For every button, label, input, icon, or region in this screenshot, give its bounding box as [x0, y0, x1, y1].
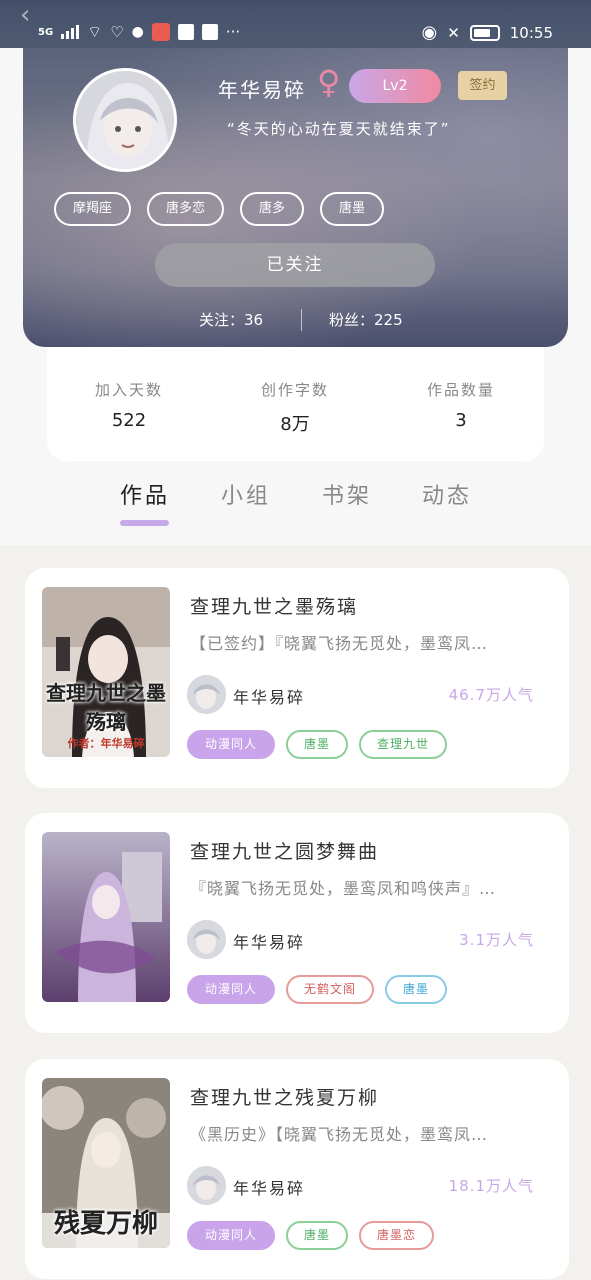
cover-title: 残夏万柳	[53, 1209, 158, 1239]
app-notification-icon	[151, 23, 170, 41]
profile-tag[interactable]: 摩羯座	[54, 192, 132, 226]
chat-icon: ●	[131, 24, 144, 40]
book-cover[interactable]: 残夏万柳	[42, 1078, 170, 1248]
follow-button[interactable]: 已关注	[155, 243, 435, 287]
stat-label: 加入天数	[94, 381, 163, 399]
tab-indicator	[120, 520, 169, 526]
work-card[interactable]: 残夏万柳 查理九世之残夏万柳 《黑历史》【晓翼飞扬无觅处，墨鸾凤… 年华易碎 1…	[25, 1059, 569, 1279]
work-tag[interactable]: 无鹤文阁	[286, 975, 375, 1004]
work-card[interactable]: 查理九世之圆梦舞曲 『晓翼飞扬无觅处，墨鸾凤和鸣侠声』… 年华易碎 3.1万人气…	[25, 813, 569, 1033]
popularity: 3.1万人气	[459, 931, 534, 949]
following-count[interactable]: 关注：36	[199, 309, 263, 330]
signal-icon	[61, 25, 80, 39]
battery-icon	[469, 24, 500, 41]
health-icon: ♡	[110, 23, 124, 41]
status-bar: ‹ 5G ⌔ ♡ ● ··· ◉ ✕ 10:55	[0, 0, 591, 48]
author-name: 年华易碎	[233, 688, 306, 707]
network-label: 5G	[38, 26, 54, 38]
author-name: 年华易碎	[233, 933, 306, 952]
status-right: ◉ ✕ 10:55	[421, 22, 553, 43]
stat-join-days: 加入天数 522	[59, 379, 199, 431]
stat-word-count: 创作字数 8万	[225, 379, 365, 436]
tab-works[interactable]: 作品	[120, 478, 170, 510]
level-badge: Lv2	[349, 69, 441, 103]
work-tags: 动漫同人 唐墨 唐墨恋	[187, 1221, 435, 1250]
popularity: 46.7万人气	[448, 686, 534, 704]
author-avatar[interactable]	[187, 920, 226, 959]
work-title[interactable]: 查理九世之圆梦舞曲	[190, 837, 379, 864]
stat-label: 作品数量	[426, 381, 495, 399]
profile-tag[interactable]: 唐多恋	[147, 192, 225, 226]
work-title[interactable]: 查理九世之残夏万柳	[190, 1083, 379, 1110]
work-tag[interactable]: 唐墨	[286, 1221, 349, 1250]
tab-activity[interactable]: 动态	[422, 478, 472, 510]
work-tags: 动漫同人 唐墨 查理九世	[187, 730, 448, 759]
cover-author: 作者：年华易碎	[67, 737, 145, 750]
eye-icon: ◉	[421, 22, 438, 43]
author-name: 年华易碎	[233, 1179, 306, 1198]
work-tag[interactable]: 动漫同人	[187, 1221, 276, 1250]
profile-card: 年华易碎 ♀ Lv2 签约 “冬天的心动在夏天就结束了” 摩羯座 唐多恋 唐多 …	[23, 44, 568, 347]
work-description: 『晓翼飞扬无觅处，墨鸾凤和鸣侠声』…	[190, 879, 497, 898]
stat-value: 522	[111, 410, 147, 431]
mute-bell-icon: ✕	[447, 23, 460, 42]
profile-tags: 摩羯座 唐多恋 唐多 唐墨	[54, 192, 385, 226]
work-description: 《黑历史》【晓翼飞扬无觅处，墨鸾凤…	[190, 1125, 489, 1144]
work-tag[interactable]: 动漫同人	[187, 975, 276, 1004]
wifi-icon: ⌔	[87, 22, 103, 41]
work-card[interactable]: 查理九世之墨殇璃 作者：年华易碎 查理九世之墨殇璃 【已签约】『晓翼飞扬无觅处，…	[25, 568, 569, 788]
work-description: 【已签约】『晓翼飞扬无觅处，墨鸾凤…	[190, 634, 489, 653]
stat-label: 创作字数	[260, 381, 329, 399]
more-icon: ···	[225, 23, 241, 41]
tab-bar: 作品 小组 书架 动态	[0, 478, 591, 528]
work-tag[interactable]: 唐墨	[286, 730, 349, 759]
motto: “冬天的心动在夏天就结束了”	[227, 120, 451, 138]
username: 年华易碎	[218, 78, 306, 102]
tab-groups[interactable]: 小组	[221, 478, 271, 510]
work-tags: 动漫同人 无鹤文阁 唐墨	[187, 975, 448, 1004]
stat-work-count: 作品数量 3	[391, 379, 531, 431]
upload-icon	[177, 24, 194, 40]
author-avatar[interactable]	[187, 675, 226, 714]
status-left: 5G ⌔ ♡ ● ···	[38, 22, 240, 42]
stat-value: 3	[455, 410, 467, 431]
author-avatar[interactable]	[187, 1166, 226, 1205]
follow-stats: 关注：36 粉丝：225	[23, 309, 568, 333]
book-cover[interactable]	[42, 832, 170, 1002]
profile-tag[interactable]: 唐墨	[320, 192, 385, 226]
cover-title: 查理九世之墨殇璃	[46, 681, 166, 734]
female-gender-icon: ♀	[317, 63, 341, 101]
baidu-icon	[201, 24, 218, 40]
book-cover[interactable]: 查理九世之墨殇璃 作者：年华易碎	[42, 587, 170, 757]
stats-panel: 加入天数 522 创作字数 8万 作品数量 3	[47, 347, 544, 461]
fans-count[interactable]: 粉丝：225	[329, 309, 403, 330]
clock: 10:55	[509, 23, 553, 42]
divider	[301, 309, 302, 331]
popularity: 18.1万人气	[448, 1177, 534, 1195]
work-tag[interactable]: 查理九世	[359, 730, 448, 759]
back-arrow-icon[interactable]: ‹	[20, 0, 30, 30]
signed-badge: 签约	[458, 71, 507, 100]
profile-tag[interactable]: 唐多	[240, 192, 305, 226]
work-tag[interactable]: 唐墨恋	[359, 1221, 435, 1250]
stat-value: 8万	[280, 414, 310, 435]
work-tag[interactable]: 唐墨	[385, 975, 448, 1004]
avatar[interactable]	[73, 68, 177, 172]
work-tag[interactable]: 动漫同人	[187, 730, 276, 759]
tab-bookshelf[interactable]: 书架	[322, 478, 372, 510]
work-title[interactable]: 查理九世之墨殇璃	[190, 592, 358, 619]
